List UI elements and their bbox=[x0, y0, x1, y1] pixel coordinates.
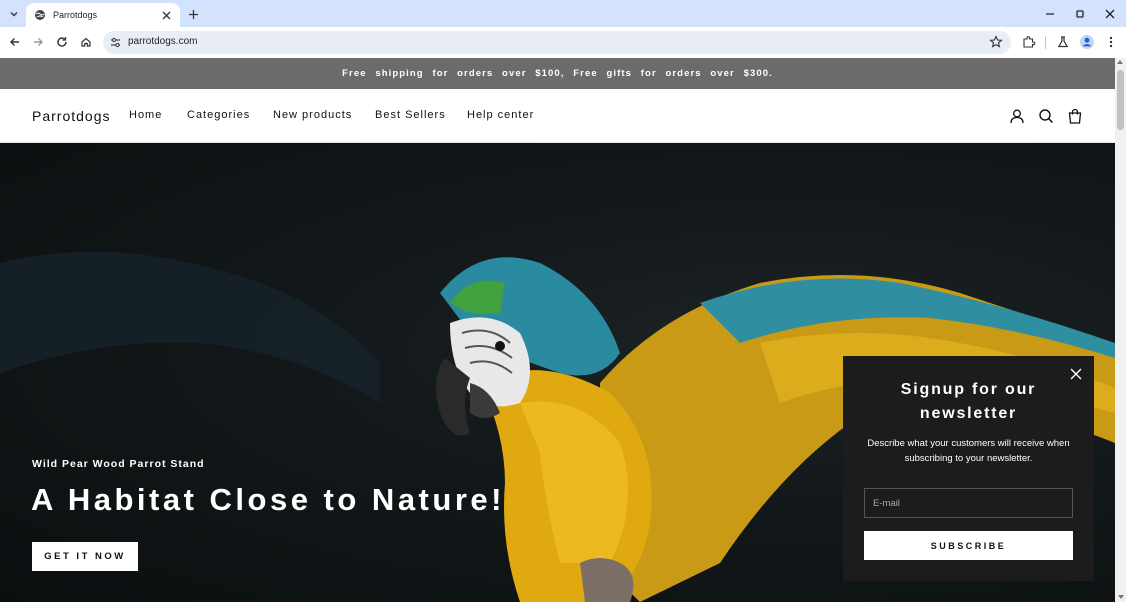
extensions-button[interactable] bbox=[1021, 34, 1037, 50]
newsletter-popup: Signup for our newsletter Describe what … bbox=[843, 356, 1094, 581]
home-icon bbox=[81, 37, 91, 47]
bookmark-star-icon[interactable] bbox=[989, 35, 1003, 49]
tab-list-button[interactable] bbox=[5, 5, 23, 23]
nav-new-products[interactable]: New products bbox=[273, 109, 352, 121]
minimize-button[interactable] bbox=[1042, 6, 1058, 22]
nav-home[interactable]: Home bbox=[129, 109, 162, 121]
restore-button[interactable] bbox=[1072, 6, 1088, 22]
arrow-left-icon bbox=[10, 38, 19, 46]
browser-tab-bar: Parrotdogs bbox=[0, 0, 1126, 27]
new-tab-button[interactable] bbox=[185, 6, 201, 22]
close-icon bbox=[1105, 9, 1115, 19]
profile-button[interactable] bbox=[1079, 34, 1095, 50]
address-bar[interactable]: parrotdogs.com bbox=[103, 31, 1011, 54]
site-header: Parrotdogs Home Categories New products … bbox=[0, 89, 1115, 143]
site-logo[interactable]: Parrotdogs bbox=[32, 108, 110, 124]
tab-title: Parrotdogs bbox=[53, 10, 98, 20]
arrow-right-icon bbox=[34, 38, 43, 46]
email-input[interactable] bbox=[864, 488, 1073, 518]
get-it-now-button[interactable]: GET IT NOW bbox=[32, 542, 138, 571]
minimize-icon bbox=[1046, 13, 1054, 15]
web-page: Free shipping for orders over $100, Free… bbox=[0, 58, 1115, 602]
page-scrollbar[interactable] bbox=[1115, 58, 1126, 602]
globe-icon bbox=[34, 9, 46, 21]
plus-icon bbox=[188, 9, 198, 19]
flask-icon bbox=[1057, 36, 1069, 48]
avatar-icon bbox=[1080, 35, 1094, 49]
hero-banner: Wild Pear Wood Parrot Stand A Habitat Cl… bbox=[0, 143, 1115, 602]
url-text: parrotdogs.com bbox=[128, 36, 198, 47]
restore-icon bbox=[1076, 10, 1084, 18]
browser-toolbar: parrotdogs.com bbox=[0, 27, 1126, 58]
hero-title: A Habitat Close to Nature! bbox=[31, 482, 505, 517]
puzzle-icon bbox=[1023, 36, 1036, 48]
toolbar-divider bbox=[1045, 36, 1046, 49]
scroll-up-arrow-icon[interactable] bbox=[1117, 60, 1123, 64]
announcement-bar: Free shipping for orders over $100, Free… bbox=[0, 58, 1115, 89]
nav-categories[interactable]: Categories bbox=[187, 109, 250, 121]
scroll-down-arrow-icon[interactable] bbox=[1118, 595, 1124, 599]
hero-subtitle: Wild Pear Wood Parrot Stand bbox=[32, 458, 205, 470]
reload-button[interactable] bbox=[54, 34, 70, 50]
chevron-down-icon bbox=[10, 12, 18, 17]
home-button[interactable] bbox=[78, 34, 94, 50]
close-window-button[interactable] bbox=[1102, 6, 1118, 22]
browser-menu-button[interactable] bbox=[1103, 34, 1119, 50]
account-icon[interactable] bbox=[1008, 107, 1026, 125]
nav-best-sellers[interactable]: Best Sellers bbox=[375, 109, 446, 121]
reload-icon bbox=[57, 37, 67, 47]
subscribe-button[interactable]: SUBSCRIBE bbox=[864, 531, 1073, 560]
nav-help-center[interactable]: Help center bbox=[467, 109, 534, 121]
labs-button[interactable] bbox=[1055, 34, 1071, 50]
close-tab-icon[interactable] bbox=[160, 9, 172, 21]
scrollbar-thumb[interactable] bbox=[1117, 70, 1124, 130]
browser-tab[interactable]: Parrotdogs bbox=[26, 3, 180, 27]
site-settings-icon[interactable] bbox=[109, 36, 122, 49]
forward-button[interactable] bbox=[30, 34, 46, 50]
newsletter-title: Signup for our newsletter bbox=[900, 381, 1037, 422]
more-vertical-icon bbox=[1109, 36, 1113, 48]
search-icon[interactable] bbox=[1037, 107, 1055, 125]
back-button[interactable] bbox=[7, 34, 23, 50]
newsletter-description: Describe what your customers will receiv… bbox=[867, 438, 1070, 464]
cart-icon[interactable] bbox=[1066, 107, 1084, 125]
